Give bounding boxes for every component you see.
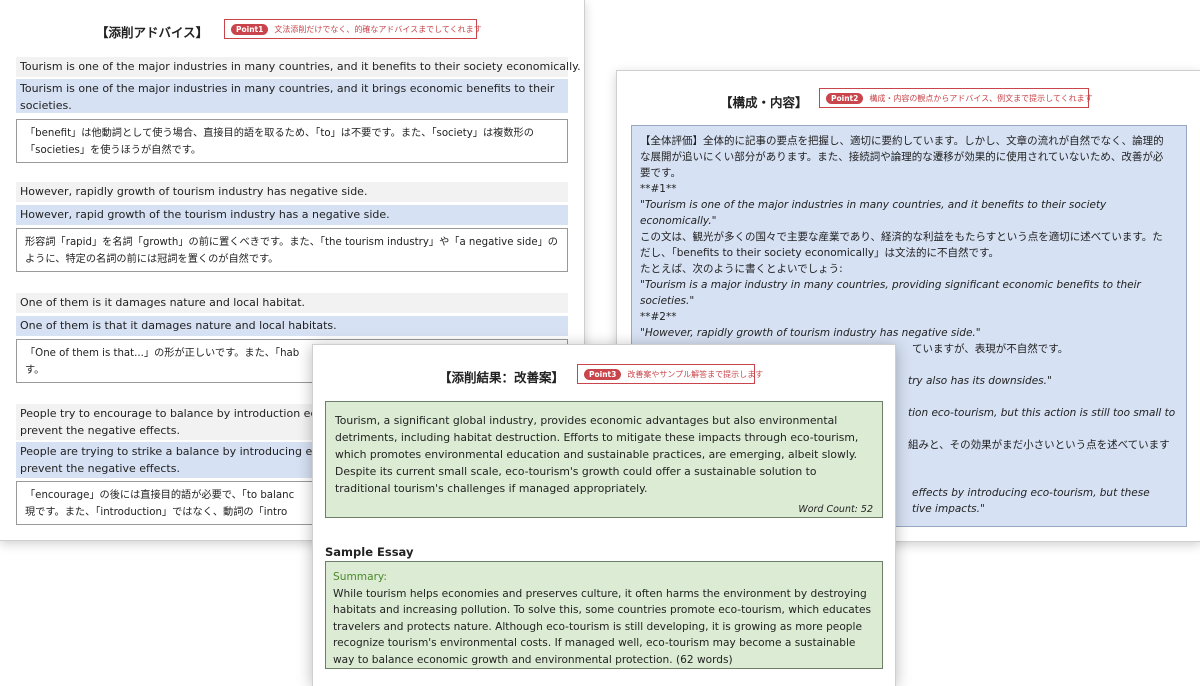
improved-essay-text: Tourism, a significant global industry, … bbox=[335, 414, 859, 495]
evaluation-line: **#2** bbox=[640, 311, 677, 323]
grammar-advice-title: 【添削アドバイス】 bbox=[96, 25, 209, 40]
improvement-result-panel: 【添削結果：改善案】 Point3 改善案やサンプル解答まで提示します Tour… bbox=[312, 344, 896, 686]
corrected-sentence: Tourism is one of the major industries i… bbox=[16, 79, 568, 113]
point2-badge: Point2 bbox=[826, 92, 864, 104]
point2-callout: Point2 構成・内容の観点からアドバイス、例文まで提示してくれます bbox=[819, 88, 1093, 108]
point1-callout: Point1 文法添削だけでなく、的確なアドバイスまでしてくれます bbox=[224, 19, 482, 39]
evaluation-line: たとえば、次のように書くとよいでしょう: bbox=[640, 263, 843, 275]
evaluation-line: 要です。 bbox=[640, 167, 681, 179]
sample-essay-box: Summary: While tourism helps economies a… bbox=[325, 561, 883, 669]
advice-note: 形容詞「rapid」を名詞「growth」の前に置くべきです。また、「the t… bbox=[16, 228, 568, 272]
summary-label: Summary: bbox=[333, 571, 387, 583]
improved-essay-box: Tourism, a significant global industry, … bbox=[325, 401, 883, 518]
evaluation-line: "Tourism is one of the major industries … bbox=[640, 199, 1107, 211]
evaluation-line: "However, rapidly growth of tourism indu… bbox=[640, 327, 981, 339]
point3-badge: Point3 bbox=[584, 368, 622, 380]
structure-content-title: 【構成・内容】 bbox=[720, 95, 808, 110]
corrected-sentence: However, rapid growth of the tourism ind… bbox=[16, 205, 568, 225]
point1-text: 文法添削だけでなく、的確なアドバイスまでしてくれます bbox=[274, 24, 482, 34]
improvement-result-title: 【添削結果：改善案】 bbox=[439, 370, 565, 385]
original-sentence: However, rapidly growth of tourism indus… bbox=[16, 182, 568, 202]
evaluation-line: "Tourism is a major industry in many cou… bbox=[640, 279, 1141, 291]
sample-essay-text: While tourism helps economies and preser… bbox=[333, 587, 871, 666]
evaluation-line: だし、「benefits to their society economical… bbox=[640, 247, 1000, 259]
point3-text: 改善案やサンプル解答まで提示します bbox=[627, 369, 764, 379]
original-sentence: One of them is it damages nature and loc… bbox=[16, 293, 568, 313]
sample-essay-title: Sample Essay bbox=[325, 545, 414, 559]
original-sentence: Tourism is one of the major industries i… bbox=[16, 57, 581, 77]
point2-text: 構成・内容の観点からアドバイス、例文まで提示してくれます bbox=[869, 93, 1093, 103]
evaluation-line: 【全体評価】全体的に記事の要点を把握し、適切に要約しています。しかし、文章の流れ… bbox=[640, 135, 1164, 147]
point1-badge: Point1 bbox=[231, 23, 269, 35]
corrected-sentence: One of them is that it damages nature an… bbox=[16, 316, 568, 336]
evaluation-line: societies." bbox=[640, 295, 695, 307]
point3-callout: Point3 改善案やサンプル解答まで提示します bbox=[577, 364, 763, 384]
evaluation-line: な展開が追いにくい部分があります。また、接続詞や論理的な遷移が効果的に使用されて… bbox=[640, 151, 1164, 163]
word-count: Word Count: 52 bbox=[798, 504, 873, 515]
evaluation-line: economically." bbox=[640, 215, 717, 227]
evaluation-line: この文は、観光が多くの国々で主要な産業であり、経済的な利益をもたらすという点を適… bbox=[640, 231, 1163, 243]
advice-note: 「benefit」は他動詞として使う場合、直接目的語を取るため、「to」は不要で… bbox=[16, 119, 568, 163]
evaluation-line: **#1** bbox=[640, 183, 677, 195]
